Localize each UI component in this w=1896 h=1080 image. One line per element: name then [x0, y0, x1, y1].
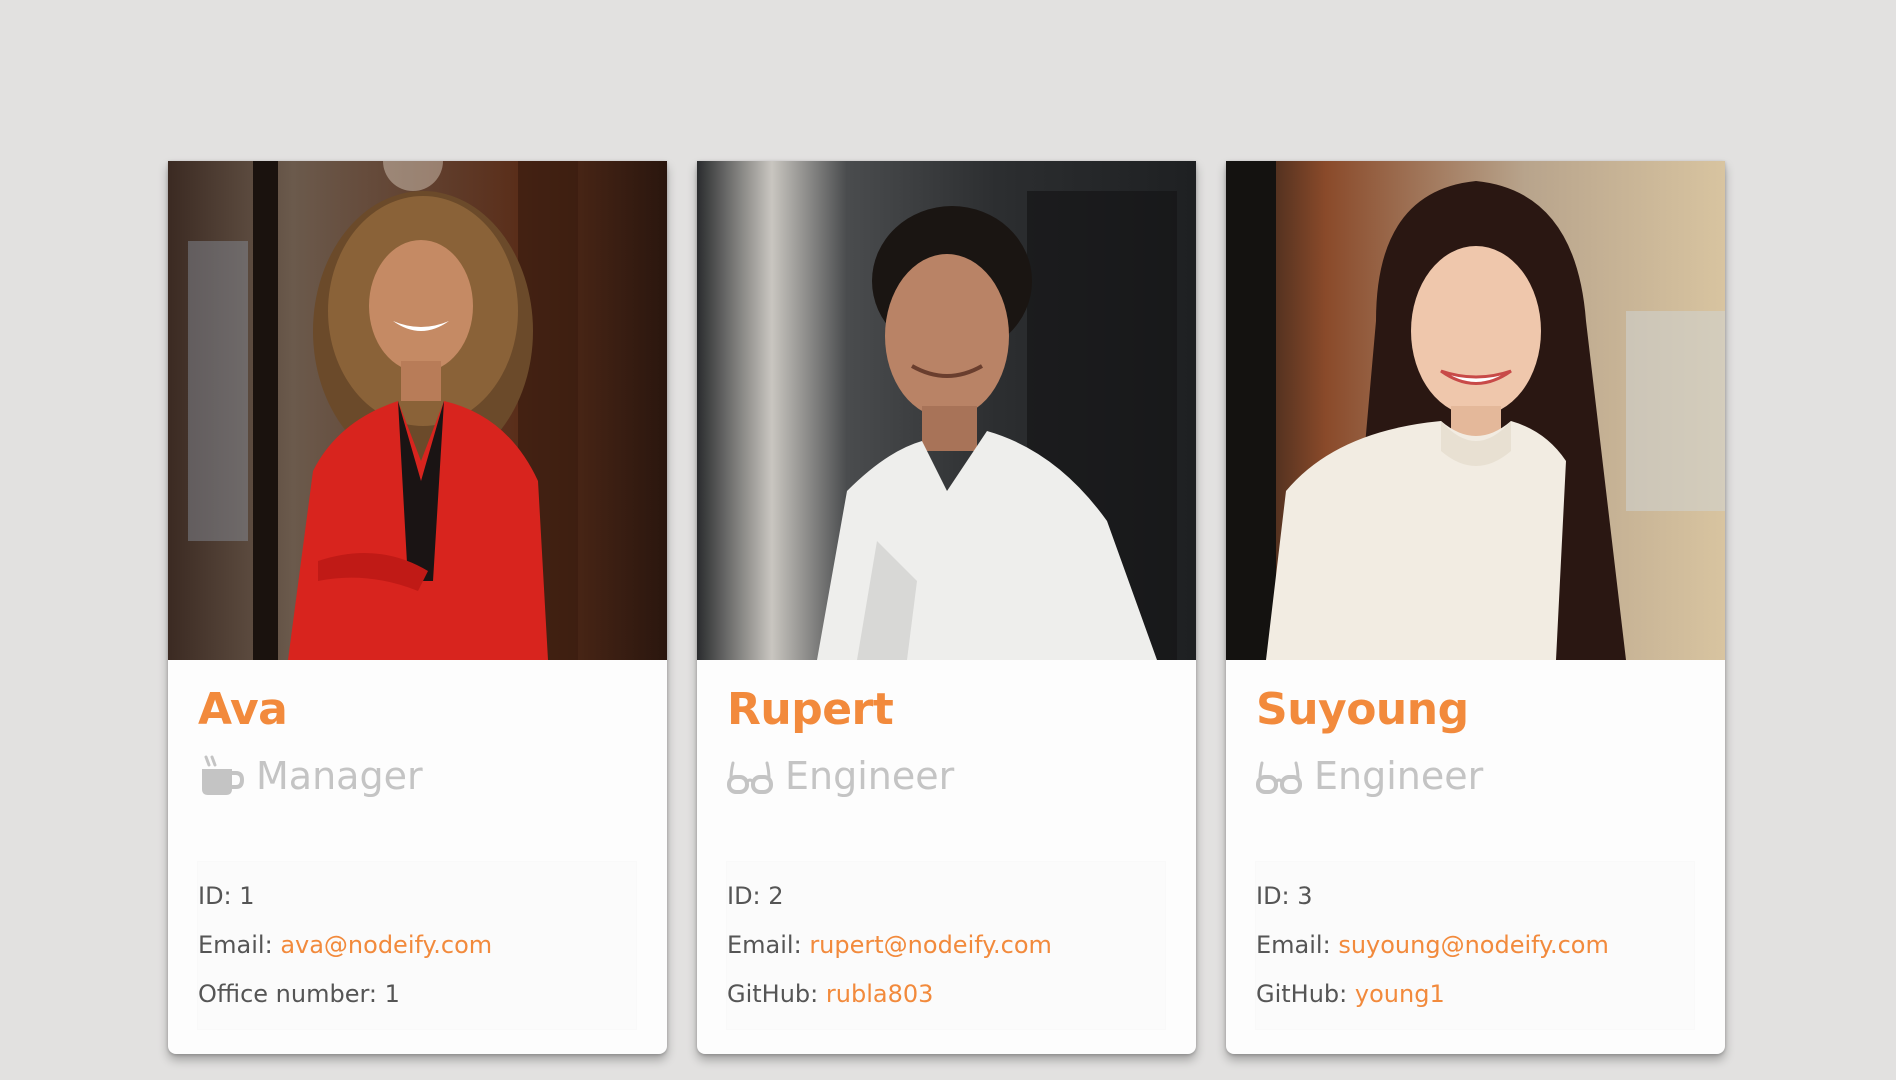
email-label: Email: — [198, 931, 273, 959]
glasses-icon — [727, 753, 773, 799]
employee-role-label: Manager — [256, 754, 423, 798]
github-label: GitHub: — [1256, 980, 1348, 1008]
employee-github-row: GitHub: young1 — [1256, 970, 1694, 1019]
employee-name: Ava — [198, 684, 288, 735]
employee-photo — [168, 161, 667, 660]
glasses-icon — [1256, 753, 1302, 799]
employee-card-ava: Ava Manager ID: 1 Email: ava@nodeify.com… — [168, 161, 667, 1054]
coffee-mug-icon — [198, 753, 245, 799]
employee-github-row: GitHub: rubla803 — [727, 970, 1165, 1019]
employee-office-row: Office number: 1 — [198, 970, 636, 1019]
employee-role: Engineer — [1256, 744, 1695, 808]
employee-card-suyoung: Suyoung Engineer ID: 3 Email: suyoung@no… — [1226, 161, 1725, 1054]
employee-info: ID: 1 Email: ava@nodeify.com Office numb… — [198, 862, 636, 1029]
office-label: Office number: — [198, 980, 378, 1008]
employee-role-label: Engineer — [785, 754, 955, 798]
employee-id-row: ID: 1 — [198, 872, 636, 921]
github-link[interactable]: young1 — [1355, 980, 1445, 1008]
employee-card-rupert: Rupert Engineer ID: 2 Email: rupert@node… — [697, 161, 1196, 1054]
employee-cards: Ava Manager ID: 1 Email: ava@nodeify.com… — [168, 161, 1725, 1054]
id-value: 2 — [768, 882, 784, 910]
employee-email-row: Email: suyoung@nodeify.com — [1256, 921, 1694, 970]
id-value: 3 — [1297, 882, 1313, 910]
email-link[interactable]: suyoung@nodeify.com — [1338, 931, 1609, 959]
id-label: ID: — [198, 882, 232, 910]
employee-role-label: Engineer — [1314, 754, 1484, 798]
employee-role: Engineer — [727, 744, 1166, 808]
id-label: ID: — [727, 882, 761, 910]
employee-email-row: Email: rupert@nodeify.com — [727, 921, 1165, 970]
id-label: ID: — [1256, 882, 1290, 910]
office-value: 1 — [384, 980, 400, 1008]
email-link[interactable]: ava@nodeify.com — [280, 931, 492, 959]
email-label: Email: — [1256, 931, 1331, 959]
github-link[interactable]: rubla803 — [826, 980, 934, 1008]
employee-role: Manager — [198, 744, 637, 808]
employee-photo — [697, 161, 1196, 660]
employee-id-row: ID: 2 — [727, 872, 1165, 921]
employee-info: ID: 3 Email: suyoung@nodeify.com GitHub:… — [1256, 862, 1694, 1029]
email-label: Email: — [727, 931, 802, 959]
employee-email-row: Email: ava@nodeify.com — [198, 921, 636, 970]
employee-id-row: ID: 3 — [1256, 872, 1694, 921]
employee-name: Rupert — [727, 684, 894, 735]
employee-info: ID: 2 Email: rupert@nodeify.com GitHub: … — [727, 862, 1165, 1029]
email-link[interactable]: rupert@nodeify.com — [809, 931, 1052, 959]
github-label: GitHub: — [727, 980, 819, 1008]
id-value: 1 — [239, 882, 255, 910]
employee-photo — [1226, 161, 1725, 660]
employee-name: Suyoung — [1256, 684, 1469, 735]
